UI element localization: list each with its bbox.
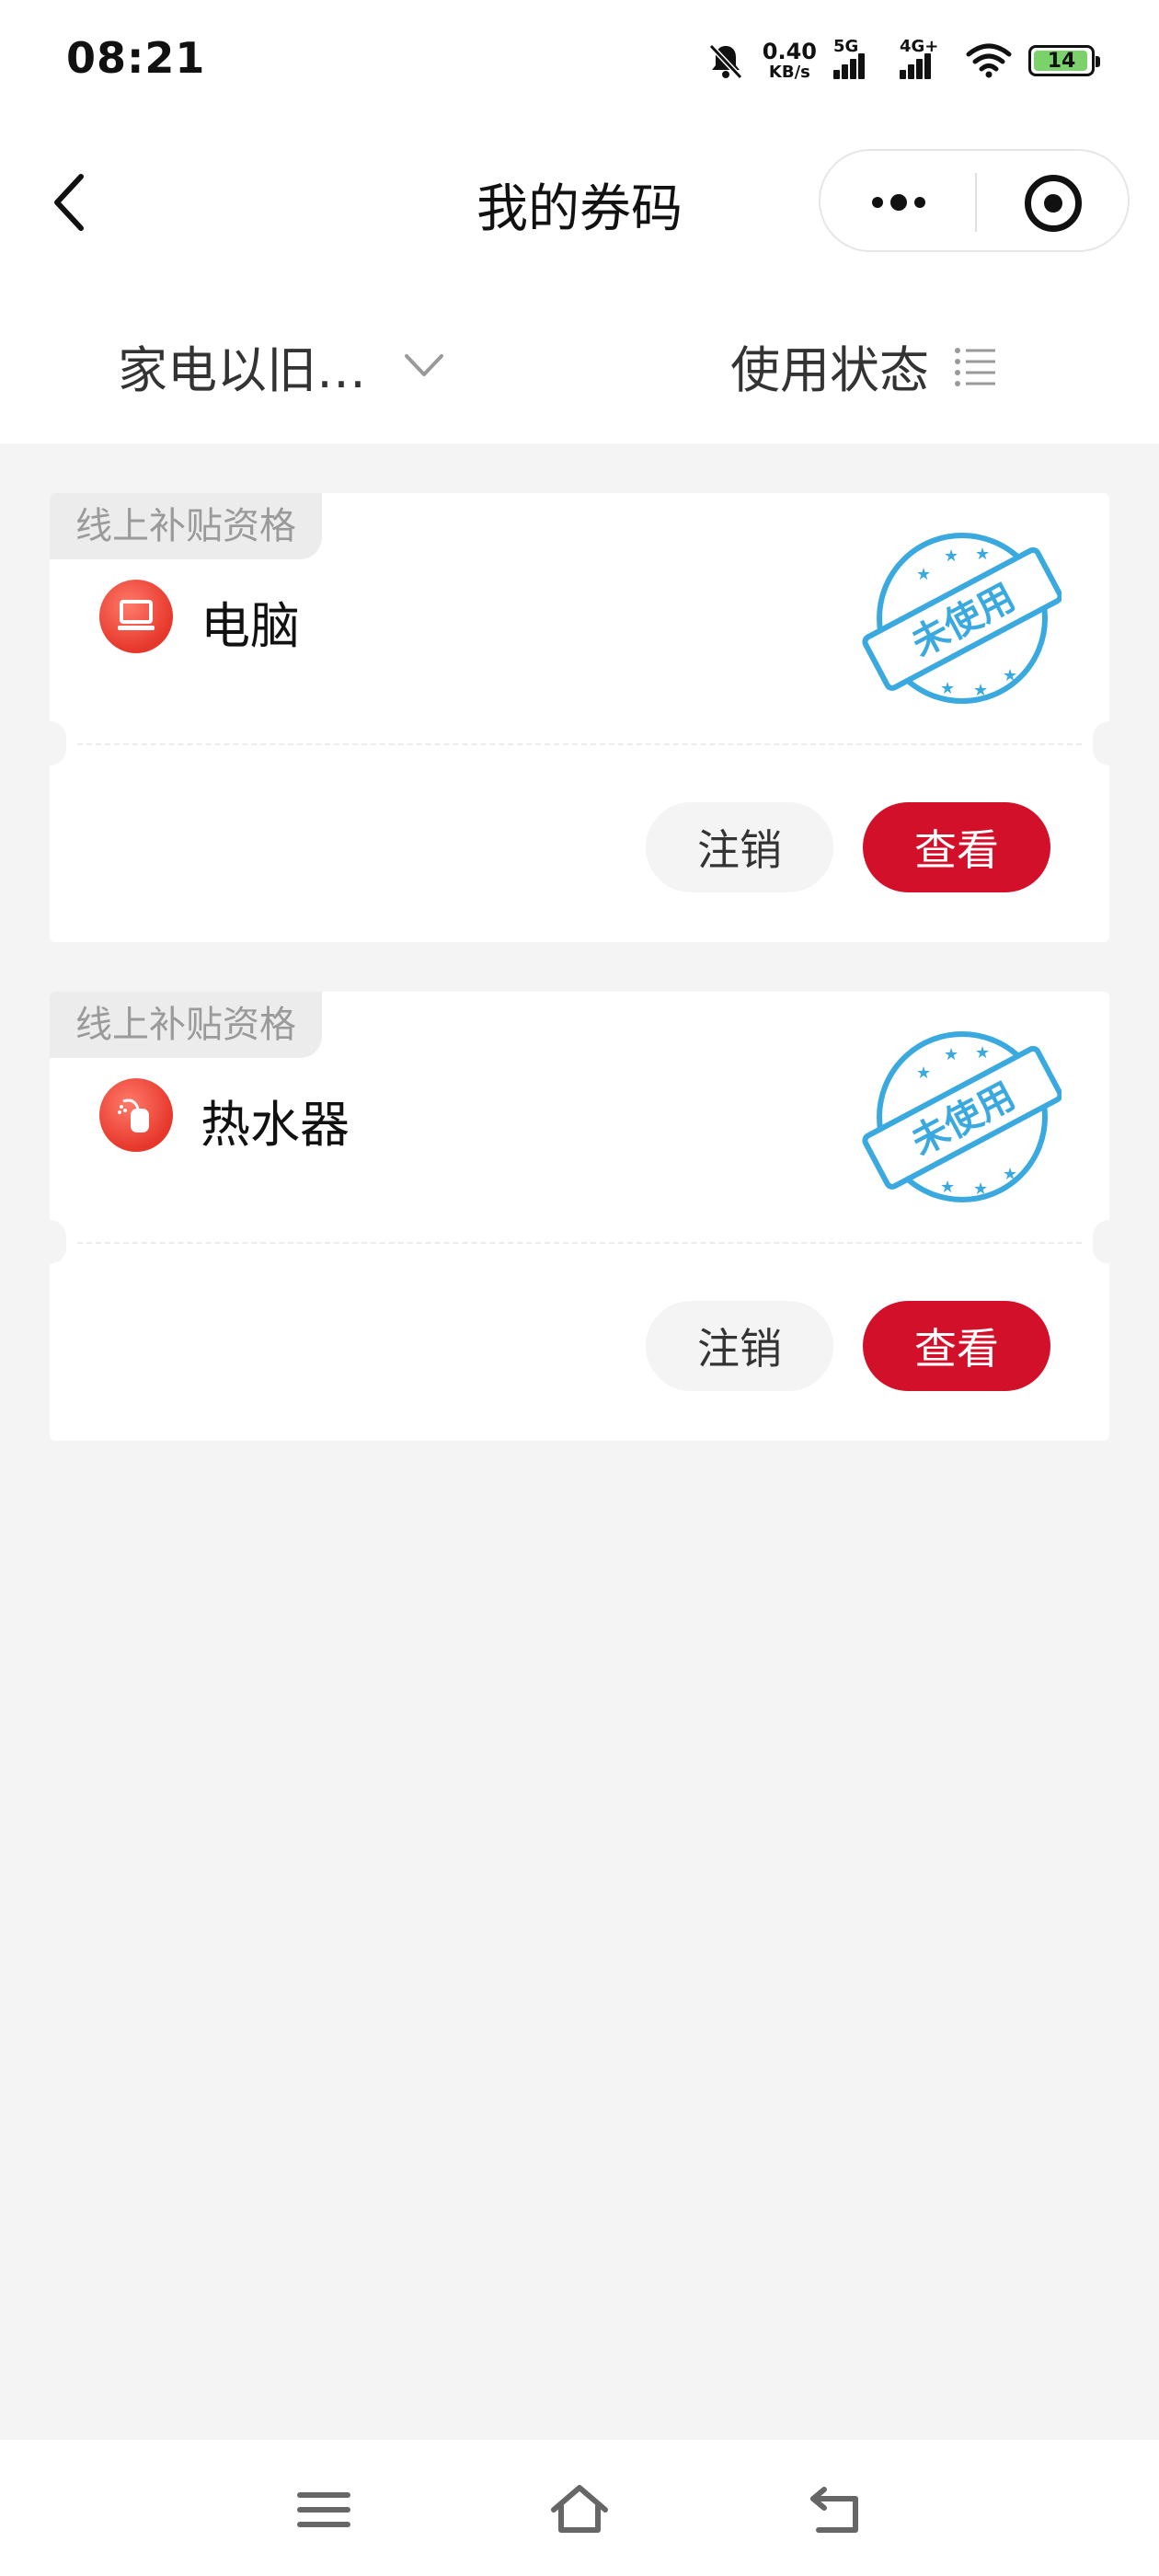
status-icons: 0.40 KB/s 5G 4G+ 14 (706, 37, 1100, 85)
coupon-card: 线上补贴资格 热水器 未使用 ★ ★ ★ ★ ★ ★ 注销 查看 (33, 992, 1126, 1441)
svg-text:★: ★ (944, 546, 958, 566)
svg-text:★: ★ (973, 681, 988, 700)
nav-bar: 我的券码 (0, 129, 1159, 276)
net-speed: 0.40 KB/s (763, 40, 817, 81)
wifi-icon (966, 43, 1012, 78)
card-notch-left (33, 721, 66, 765)
unused-stamp: 未使用 ★ ★ ★ ★ ★ ★ (862, 1031, 1061, 1202)
page: 08:21 0.40 KB/s 5G 4G+ 14 我的券码 家电以旧… 使用状… (0, 0, 1159, 2576)
sim2-label: 4G+ (900, 37, 939, 56)
svg-text:★: ★ (940, 679, 955, 698)
coupon-card: 线上补贴资格 电脑 未使用 ★ ★ ★ ★ ★ ★ 注销 查看 (33, 493, 1126, 942)
back-icon[interactable] (806, 2480, 865, 2539)
svg-text:★: ★ (916, 1064, 931, 1083)
system-nav-bar (0, 2440, 1159, 2576)
net-speed-unit: KB/s (768, 63, 810, 82)
view-button[interactable]: 查看 (863, 1301, 1050, 1391)
cancel-button[interactable]: 注销 (646, 802, 833, 892)
miniprogram-capsule (819, 149, 1130, 252)
svg-text:★: ★ (916, 565, 931, 584)
sim1-label: 5G (833, 37, 859, 56)
card-notch-right (1093, 1220, 1126, 1264)
svg-text:★: ★ (975, 1043, 990, 1063)
svg-text:★: ★ (944, 1045, 958, 1064)
svg-text:★: ★ (1003, 666, 1017, 685)
menu-icon[interactable] (294, 2480, 353, 2539)
status-filter-label: 使用状态 (730, 341, 929, 399)
category-filter[interactable]: 家电以旧… (118, 329, 445, 402)
chevron-down-icon (405, 353, 443, 376)
water-heater-icon (99, 1078, 173, 1152)
more-dots-icon[interactable] (857, 177, 940, 228)
status-filter[interactable]: 使用状态 (730, 329, 997, 402)
status-bar: 08:21 0.40 KB/s 5G 4G+ 14 (0, 0, 1159, 129)
svg-text:★: ★ (940, 1178, 955, 1197)
battery-icon: 14 (1028, 45, 1100, 76)
coupon-tag: 线上补贴资格 (50, 493, 322, 559)
card-divider (77, 743, 1082, 745)
unused-stamp: 未使用 ★ ★ ★ ★ ★ ★ (862, 533, 1061, 704)
computer-icon (99, 580, 173, 653)
category-filter-label: 家电以旧… (118, 341, 366, 399)
filter-bar: 家电以旧… 使用状态 (0, 276, 1159, 443)
coupon-name: 热水器 (201, 1096, 350, 1154)
card-notch-left (33, 1220, 66, 1264)
status-time: 08:21 (66, 33, 206, 83)
card-notch-right (1093, 721, 1126, 765)
svg-text:★: ★ (973, 1179, 988, 1199)
battery-level: 14 (1047, 49, 1076, 73)
card-divider (77, 1242, 1082, 1244)
signal-icon: 5G (833, 37, 883, 79)
signal-icon-2: 4G+ (900, 37, 949, 79)
coupon-tag: 线上补贴资格 (50, 992, 322, 1058)
net-speed-value: 0.40 (762, 39, 817, 64)
cancel-button[interactable]: 注销 (646, 1301, 833, 1391)
home-icon[interactable] (550, 2480, 609, 2539)
svg-text:★: ★ (1003, 1165, 1017, 1184)
list-icon (955, 347, 995, 386)
capsule-divider (975, 173, 977, 232)
bell-muted-icon (708, 43, 742, 80)
view-button[interactable]: 查看 (863, 802, 1050, 892)
coupon-name: 电脑 (201, 597, 300, 655)
target-icon[interactable] (1025, 175, 1082, 232)
svg-text:★: ★ (975, 545, 990, 564)
